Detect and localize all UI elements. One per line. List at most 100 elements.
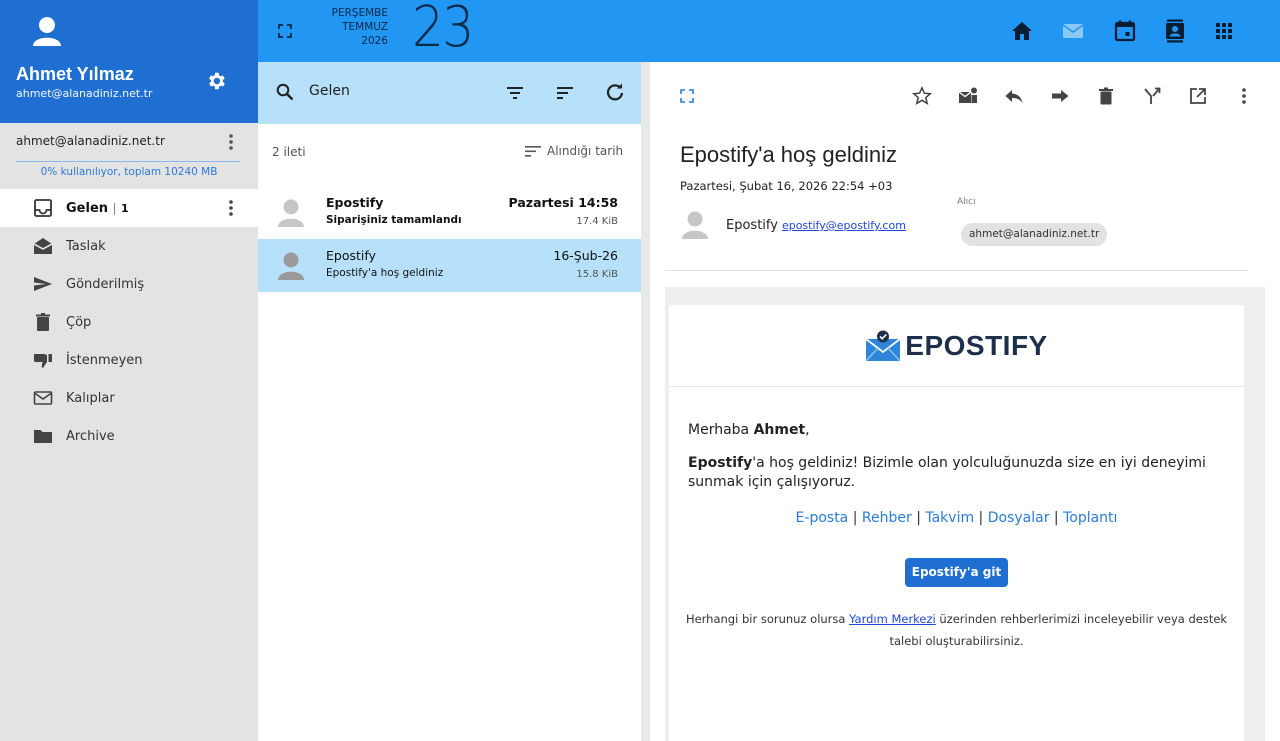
welcome-paragraph: Epostify'a hoş geldiniz! Bizimle olan yo… xyxy=(688,455,1206,490)
weekday-label: PERŞEMBE xyxy=(331,7,388,19)
user-email: ahmet@alanadiniz.net.tr xyxy=(16,87,153,100)
inbox-icon xyxy=(34,199,52,217)
open-external-icon[interactable] xyxy=(1188,86,1208,106)
header-divider xyxy=(665,270,1248,271)
message-list-pane: Gelen 2 ileti Alındığı tarih Epostify Si… xyxy=(258,62,641,741)
folder-archive[interactable]: Archive xyxy=(0,417,258,455)
message-toolbar xyxy=(650,62,1280,128)
apps-grid-icon[interactable] xyxy=(1212,19,1236,43)
account-email: ahmet@alanadiniz.net.tr xyxy=(16,134,165,148)
link-meeting[interactable]: Toplantı xyxy=(1063,510,1117,526)
drafts-icon xyxy=(33,238,53,254)
year-label: 2026 xyxy=(361,35,388,47)
settings-gear-icon[interactable] xyxy=(205,70,227,92)
folder-label: Gelen 1 xyxy=(66,200,129,216)
sort-by-date-button[interactable]: Alındığı tarih xyxy=(524,143,623,159)
account-section: ahmet@alanadiniz.net.tr 0% kullanılıyor,… xyxy=(0,123,258,189)
email-body-frame: EPOSTIFY Merhaba Ahmet, Epostify'a hoş g… xyxy=(665,287,1265,741)
merge-icon[interactable] xyxy=(1142,86,1162,106)
message-subject-title: Epostify'a hoş geldiniz xyxy=(680,142,897,167)
sort-by-label: Alındığı tarih xyxy=(547,144,624,158)
service-links: E-posta | Rehber | Takvim | Dosyalar | T… xyxy=(795,510,1118,526)
more-vert-icon[interactable] xyxy=(1234,86,1254,106)
send-icon xyxy=(34,277,52,291)
folder-spam[interactable]: İstenmeyen xyxy=(0,341,258,379)
mail-outline-icon xyxy=(33,391,53,405)
message-datetime: Pazartesi, Şubat 16, 2026 22:54 +03 xyxy=(680,179,893,193)
account-more-icon[interactable] xyxy=(224,132,238,152)
folder-drafts[interactable]: Taslak xyxy=(0,227,258,265)
help-text: Herhangi bir sorunuz olursa Yardım Merke… xyxy=(685,612,1228,648)
home-icon[interactable] xyxy=(1010,19,1034,43)
link-files[interactable]: Dosyalar xyxy=(988,510,1050,526)
star-icon[interactable] xyxy=(912,86,932,106)
fullscreen-icon[interactable] xyxy=(680,89,694,103)
top-bar: PERŞEMBE TEMMUZ 2026 23 xyxy=(258,0,1280,62)
sender-avatar-icon xyxy=(278,252,304,280)
message-count: 2 ileti xyxy=(272,145,306,159)
email-card: EPOSTIFY Merhaba Ahmet, Epostify'a hoş g… xyxy=(669,305,1244,741)
fullscreen-icon[interactable] xyxy=(278,24,292,38)
pane-divider[interactable] xyxy=(641,62,650,741)
folder-trash[interactable]: Çöp xyxy=(0,303,258,341)
profile-header: Ahmet Yılmaz ahmet@alanadiniz.net.tr xyxy=(0,0,258,123)
sort-lines-icon xyxy=(525,146,541,157)
message-sender: Epostify xyxy=(326,195,384,210)
folder-inbox[interactable]: Gelen 1 xyxy=(0,189,258,227)
message-row[interactable]: Epostify Epostify'a hoş geldiniz 16-Şub-… xyxy=(258,239,641,292)
month-label: TEMMUZ xyxy=(342,21,388,33)
folder-label: Kalıplar xyxy=(66,390,115,406)
brand-logo-text: EPOSTIFY xyxy=(905,329,1048,361)
link-email[interactable]: E-posta xyxy=(796,510,849,526)
sender-avatar-icon xyxy=(278,199,304,227)
mark-read-icon[interactable] xyxy=(958,86,978,106)
message-subject: Epostify'a hoş geldiniz xyxy=(326,267,444,279)
refresh-icon[interactable] xyxy=(605,82,625,102)
link-contacts[interactable]: Rehber xyxy=(862,510,912,526)
folder-label: Taslak xyxy=(66,238,106,254)
message-sender: Epostify xyxy=(326,248,376,263)
trash-icon xyxy=(36,313,50,331)
mail-icon[interactable] xyxy=(1061,19,1085,43)
list-toolbar: Gelen xyxy=(258,62,641,124)
message-size: 17.4 KiB xyxy=(576,216,618,227)
unread-count-badge: 1 xyxy=(114,202,129,215)
account-divider xyxy=(16,161,240,162)
greeting: Merhaba Ahmet, xyxy=(688,422,810,438)
reply-icon[interactable] xyxy=(1004,86,1024,106)
day-number: 23 xyxy=(412,0,474,60)
sidebar: Ahmet Yılmaz ahmet@alanadiniz.net.tr ahm… xyxy=(0,0,258,741)
sort-icon[interactable] xyxy=(555,83,575,103)
recipient-label: Alıcı xyxy=(957,197,976,207)
message-row[interactable]: Epostify Siparişiniz tamamlandı Pazartes… xyxy=(258,186,641,239)
folder-label: Çöp xyxy=(66,314,92,330)
storage-usage: 0% kullanılıyor, toplam 10240 MB xyxy=(40,166,218,178)
brand-logo: EPOSTIFY xyxy=(669,305,1244,387)
list-header: 2 ileti Alındığı tarih xyxy=(258,124,641,186)
forward-icon[interactable] xyxy=(1050,86,1070,106)
filter-icon[interactable] xyxy=(505,83,525,103)
current-folder-title[interactable]: Gelen xyxy=(309,83,350,99)
message-date: 16-Şub-26 xyxy=(553,248,618,263)
folder-more-icon[interactable] xyxy=(224,198,238,218)
folder-label: İstenmeyen xyxy=(66,352,143,368)
folder-templates[interactable]: Kalıplar xyxy=(0,379,258,417)
user-avatar-icon[interactable] xyxy=(33,16,61,46)
message-date: Pazartesi 14:58 xyxy=(508,195,618,210)
reading-pane: Epostify'a hoş geldiniz Pazartesi, Şubat… xyxy=(650,62,1280,741)
search-icon[interactable] xyxy=(276,83,294,101)
go-to-epostify-button[interactable]: Epostify'a git xyxy=(905,558,1008,587)
date-display: PERŞEMBE TEMMUZ 2026 xyxy=(324,6,388,48)
contacts-icon[interactable] xyxy=(1163,19,1187,43)
delete-icon[interactable] xyxy=(1096,86,1116,106)
sender-name: Epostify xyxy=(726,218,778,233)
help-center-link[interactable]: Yardım Merkezi xyxy=(849,612,936,626)
folder-sent[interactable]: Gönderilmiş xyxy=(0,265,258,303)
calendar-icon[interactable] xyxy=(1113,19,1137,43)
link-calendar[interactable]: Takvim xyxy=(925,510,974,526)
folder-icon xyxy=(34,430,52,443)
sender-avatar-icon xyxy=(682,211,708,239)
sender-line: Epostify epostify@epostify.com xyxy=(726,218,906,233)
sender-address-link[interactable]: epostify@epostify.com xyxy=(782,219,906,232)
recipient-chip[interactable]: ahmet@alanadiniz.net.tr xyxy=(961,223,1108,246)
